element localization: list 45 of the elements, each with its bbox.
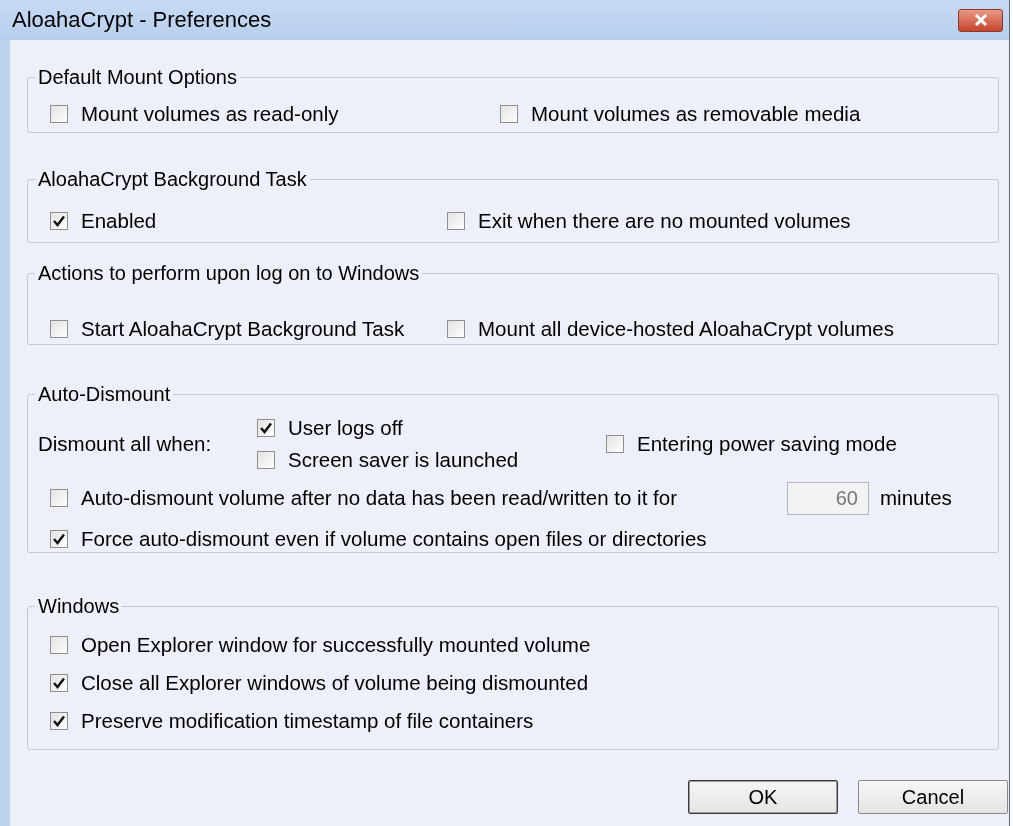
checkbox-label: Mount volumes as removable media xyxy=(531,102,861,126)
group-title: Windows xyxy=(37,595,121,618)
checkbox[interactable] xyxy=(257,451,275,469)
checkbox[interactable] xyxy=(447,320,465,338)
close-icon xyxy=(973,14,988,26)
checkbox-label: Preserve modification timestamp of file containers xyxy=(81,709,534,733)
group-title: Actions to perform upon log on to Windows xyxy=(37,262,421,285)
checkmark-icon xyxy=(259,421,273,435)
ok-button[interactable]: OK xyxy=(688,780,838,814)
checkbox-label: Exit when there are no mounted volumes xyxy=(478,209,851,233)
checkbox-label: Open Explorer window for successfully mounted volume xyxy=(81,633,591,657)
checkbox-label: Entering power saving mode xyxy=(637,432,897,456)
checkbox-label: Force auto-dismount even if volume contains open files or directories xyxy=(81,526,707,551)
checkbox[interactable] xyxy=(50,674,68,692)
cancel-button[interactable]: Cancel xyxy=(858,780,1008,814)
checkbox[interactable] xyxy=(50,636,68,654)
checkbox-label: Auto-dismount volume after no data has been read/written to it for xyxy=(81,486,677,510)
group-title: AloahaCrypt Background Task xyxy=(37,168,308,191)
checkbox[interactable] xyxy=(500,105,518,123)
close-button[interactable] xyxy=(958,8,1003,32)
checkmark-icon xyxy=(52,531,66,546)
field-label: Dismount all when: xyxy=(38,432,212,456)
checkbox[interactable] xyxy=(50,712,68,730)
checkbox[interactable] xyxy=(50,320,68,338)
checkbox-label: Close all Explorer windows of volume being dismounted xyxy=(81,671,589,695)
checkbox-label: Enabled xyxy=(81,209,157,233)
checkmark-icon xyxy=(52,214,66,228)
checkbox-label: Screen saver is launched xyxy=(288,448,519,472)
group-title: Default Mount Options xyxy=(37,66,238,89)
checkbox[interactable] xyxy=(50,105,68,123)
window-title: AloahaCrypt - Preferences xyxy=(12,7,272,33)
checkbox[interactable] xyxy=(606,435,624,453)
field-label: minutes xyxy=(880,486,952,510)
checkbox[interactable] xyxy=(50,489,68,507)
checkmark-icon xyxy=(52,714,66,728)
checkbox-label: Mount all device-hosted AloahaCrypt volumes xyxy=(478,317,894,341)
checkbox-label: User logs off xyxy=(288,416,403,440)
checkbox-label: Mount volumes as read-only xyxy=(81,102,339,126)
checkbox[interactable] xyxy=(447,212,465,230)
checkmark-icon xyxy=(52,676,66,690)
checkbox[interactable] xyxy=(50,529,68,548)
group-title: Auto-Dismount xyxy=(37,383,172,406)
checkbox[interactable] xyxy=(50,212,68,230)
checkbox[interactable] xyxy=(257,419,275,437)
checkbox-label: Start AloahaCrypt Background Task xyxy=(81,317,405,341)
